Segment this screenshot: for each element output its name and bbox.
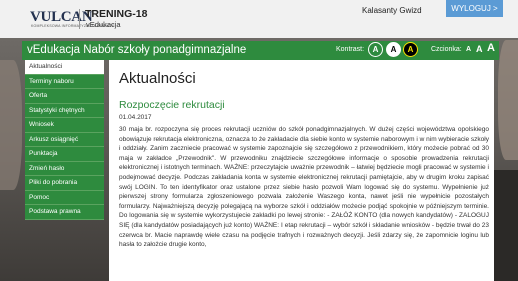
article-title: Rozpoczęcie rekrutacji <box>119 99 225 111</box>
logout-button[interactable]: WYLOGUJ > <box>446 0 503 17</box>
sidebar-item-zmien-haslo[interactable]: Zmień hasło <box>25 161 104 176</box>
sidebar-item-punktacja[interactable]: Punktacja <box>25 147 104 162</box>
sidebar-item-arkusz-osiagniec[interactable]: Arkusz osiągnięć <box>25 132 104 147</box>
environment-title: TRENING-18 <box>85 8 148 20</box>
sidebar-item-terminy-naboru[interactable]: Terminy naboru <box>25 74 104 89</box>
background-person-left <box>0 60 22 190</box>
header-divider <box>79 9 80 29</box>
sidebar-item-podstawa-prawna[interactable]: Podstawa prawna <box>25 205 104 220</box>
sidebar-item-pliki[interactable]: Pliki do pobrania <box>25 176 104 191</box>
environment-subtitle: vEdukacja <box>86 20 121 29</box>
sidebar-item-aktualnosci[interactable]: Aktualności <box>25 60 104 75</box>
app-title: vEdukacja Nabór szkoły ponadgimnazjalne <box>27 44 247 56</box>
article-body: 30 maja br. rozpoczyna się proces rekrut… <box>119 126 489 249</box>
background-person-right <box>498 40 518 160</box>
sidebar-item-wniosek[interactable]: Wniosek <box>25 118 104 133</box>
font-small-button[interactable]: A <box>466 46 471 53</box>
font-large-button[interactable]: A <box>487 42 495 54</box>
contrast-high-button[interactable]: A <box>403 42 418 57</box>
font-medium-button[interactable]: A <box>476 44 483 54</box>
contrast-label: Kontrast: <box>336 46 365 53</box>
sidebar-item-statystyki[interactable]: Statystyki chętnych <box>25 103 104 118</box>
background-person-bottom-right <box>490 170 518 281</box>
user-name: Kalasanty Gwizd <box>362 6 422 15</box>
sidebar-item-oferta[interactable]: Oferta <box>25 89 104 104</box>
contrast-default-button[interactable]: A <box>368 42 383 57</box>
article-date: 01.04.2017 <box>119 114 152 121</box>
sidebar-nav: Aktualności Terminy naboru Oferta Statys… <box>25 60 104 220</box>
font-size-label: Czcionka: <box>431 46 462 53</box>
sidebar-item-pomoc[interactable]: Pomoc <box>25 190 104 205</box>
contrast-light-button[interactable]: A <box>386 42 401 57</box>
page-title: Aktualności <box>119 70 196 87</box>
